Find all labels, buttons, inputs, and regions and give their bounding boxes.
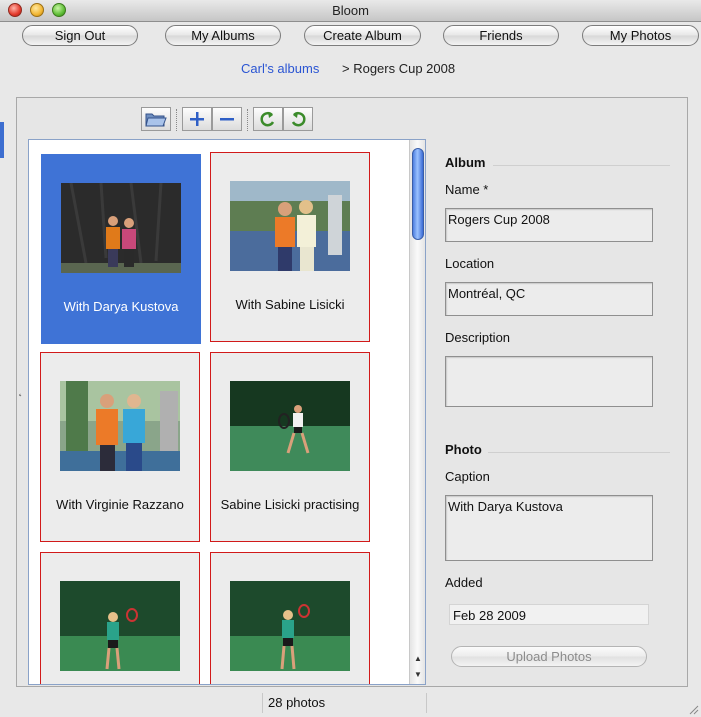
rotate-right-button[interactable] [283, 107, 313, 131]
photo-caption: With Darya Kustova [63, 299, 179, 314]
photo-grid-scrollbar[interactable]: ▲ ▼ [409, 140, 425, 684]
scroll-down-arrow-icon[interactable]: ▼ [410, 668, 426, 682]
photo-tile[interactable] [40, 552, 200, 684]
rotate-left-icon [260, 111, 275, 127]
album-name-field[interactable]: Rogers Cup 2008 [445, 208, 653, 242]
background-window-edge [0, 122, 4, 158]
photo-caption: With Virginie Razzano [56, 497, 184, 512]
photo-section-title: Photo [445, 442, 482, 457]
open-folder-icon [145, 113, 167, 127]
album-location-field[interactable]: Montréal, QC [445, 282, 653, 316]
split-marker: ˛ [19, 386, 23, 397]
album-description-field[interactable] [445, 356, 653, 407]
caption-label: Caption [445, 469, 490, 484]
status-separator [426, 693, 427, 713]
open-folder-button[interactable] [141, 107, 171, 131]
add-photo-button[interactable] [182, 107, 212, 131]
toolbar-separator [176, 109, 177, 131]
photo-count: 28 photos [268, 695, 326, 710]
photo-tile[interactable]: With Darya Kustova [41, 154, 201, 344]
photo-thumbnail[interactable] [60, 381, 180, 471]
photo-thumbnail[interactable] [61, 183, 181, 273]
photo-caption: Sabine Lisicki practising [220, 497, 360, 512]
toolbar-separator [247, 109, 248, 131]
description-label: Description [445, 330, 511, 345]
window-title: Bloom [332, 3, 369, 18]
breadcrumb-current: > Rogers Cup 2008 [342, 61, 456, 76]
add-icon [190, 112, 204, 126]
my-photos-button[interactable]: My Photos [582, 25, 699, 46]
photo-tile[interactable]: Sabine Lisicki practising [210, 352, 370, 542]
scrollbar-thumb[interactable] [412, 148, 424, 240]
section-divider [493, 165, 670, 166]
photo-thumbnail[interactable] [230, 181, 350, 271]
my-albums-button[interactable]: My Albums [165, 25, 281, 46]
photo-thumbnail[interactable] [230, 381, 350, 471]
album-section-title: Album [445, 155, 486, 170]
section-divider [488, 452, 670, 453]
location-label: Location [445, 256, 495, 271]
photo-thumbnail[interactable] [230, 581, 350, 671]
remove-icon [220, 118, 234, 121]
create-album-button[interactable]: Create Album [304, 25, 421, 46]
breadcrumb-albums-link[interactable]: Carl's albums [241, 61, 319, 76]
name-label: Name * [445, 182, 489, 197]
remove-photo-button[interactable] [212, 107, 242, 131]
photo-grid[interactable]: With Darya Kustova With Sabine Lisicki W… [28, 139, 426, 685]
photo-thumbnail[interactable] [60, 581, 180, 671]
photo-tile[interactable]: With Sabine Lisicki [210, 152, 370, 342]
friends-button[interactable]: Friends [443, 25, 559, 46]
photo-caption-field[interactable]: With Darya Kustova [445, 495, 653, 561]
rotate-right-icon [291, 111, 306, 127]
added-date-field: Feb 28 2009 [449, 604, 649, 625]
status-separator [262, 693, 263, 713]
status-bar [0, 690, 701, 717]
photo-caption: With Sabine Lisicki [235, 297, 345, 312]
title-bar[interactable]: Bloom [0, 0, 701, 22]
photo-tile[interactable] [210, 552, 370, 684]
scroll-up-arrow-icon[interactable]: ▲ [410, 652, 426, 666]
resize-grip-icon[interactable] [687, 703, 699, 715]
added-label: Added [445, 575, 483, 590]
sign-out-button[interactable]: Sign Out [22, 25, 138, 46]
photo-tile[interactable]: With Virginie Razzano [40, 352, 200, 542]
rotate-left-button[interactable] [253, 107, 283, 131]
upload-photos-button[interactable]: Upload Photos [451, 646, 647, 667]
